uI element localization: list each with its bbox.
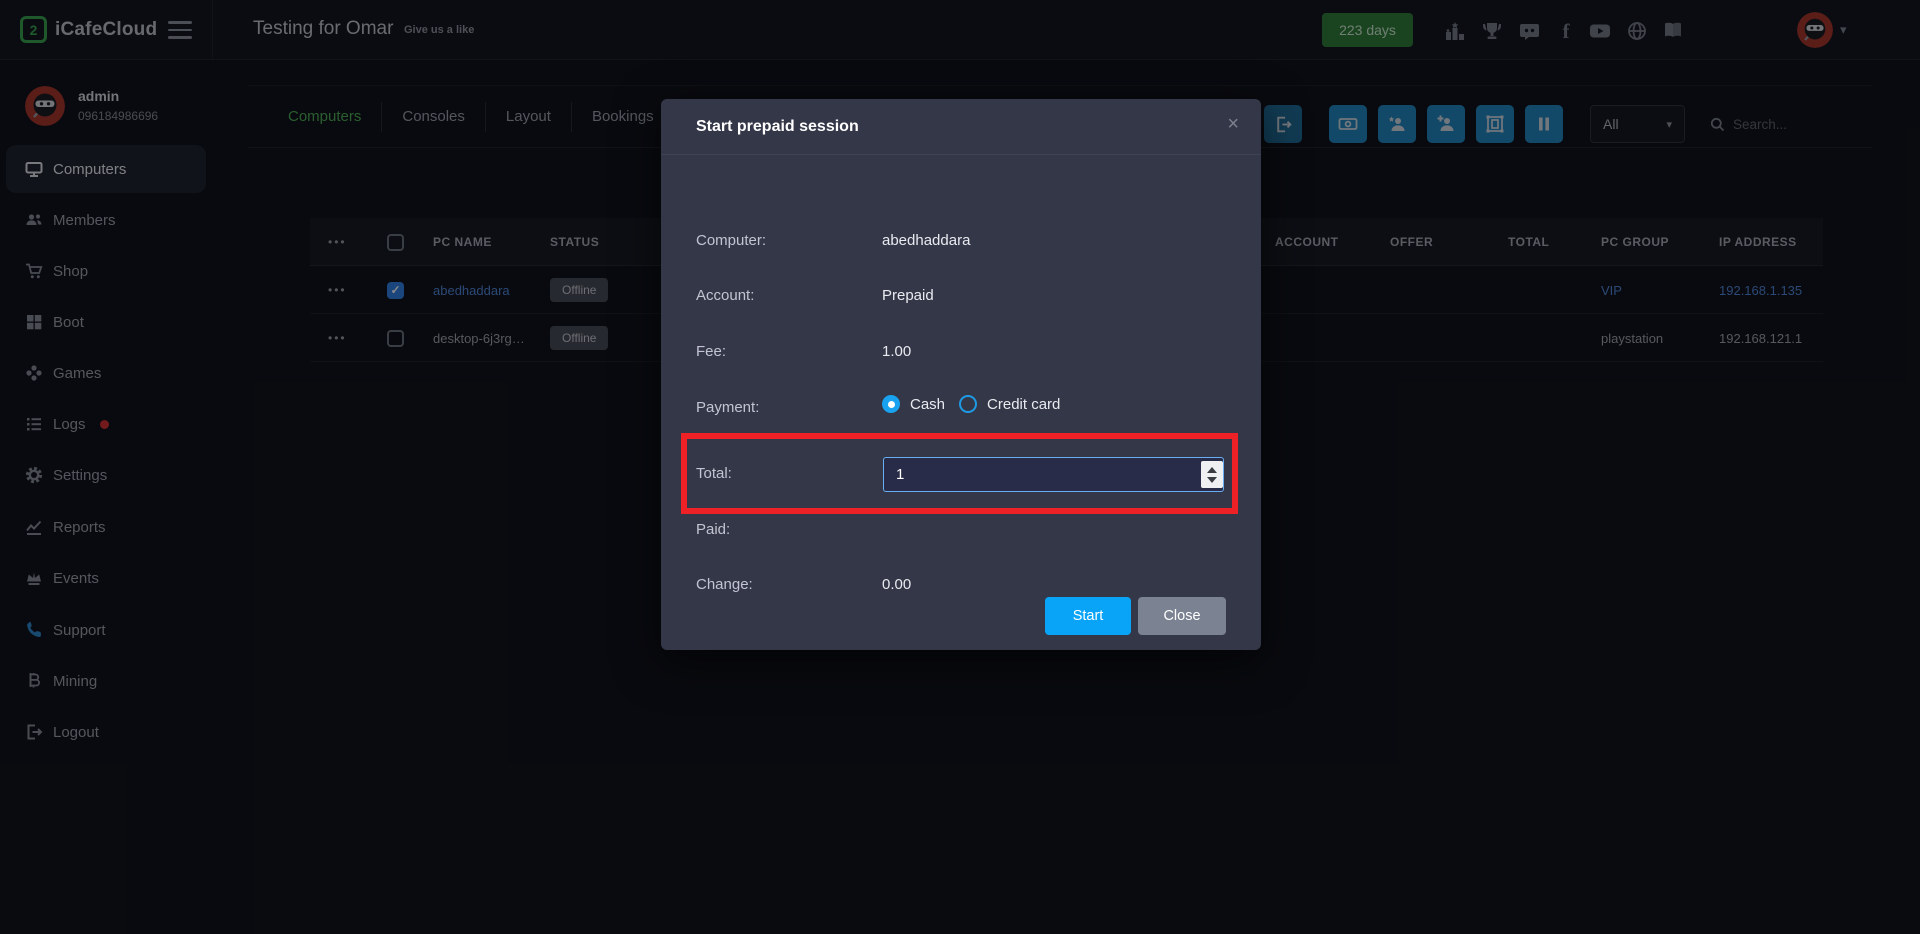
start-button[interactable]: Start	[1045, 597, 1131, 635]
close-icon[interactable]: ×	[1227, 113, 1239, 136]
account-value: Prepaid	[882, 287, 934, 304]
start-prepaid-session-dialog: Start prepaid session × Computer: abedha…	[661, 99, 1261, 650]
modal-title: Start prepaid session	[696, 99, 859, 155]
change-value: 0.00	[882, 576, 911, 593]
account-label: Account:	[696, 287, 754, 304]
radio-credit-card[interactable]	[959, 395, 977, 413]
radio-credit-card-label[interactable]: Credit card	[987, 396, 1060, 413]
red-highlight-annotation	[681, 433, 1238, 514]
paid-label: Paid:	[696, 521, 730, 538]
computer-value: abedhaddara	[882, 232, 970, 249]
radio-cash[interactable]	[882, 395, 900, 413]
modal-header: Start prepaid session ×	[661, 99, 1261, 155]
payment-options: Cash Credit card	[882, 395, 1060, 413]
payment-label: Payment:	[696, 399, 759, 416]
change-label: Change:	[696, 576, 753, 593]
computer-label: Computer:	[696, 232, 766, 249]
fee-label: Fee:	[696, 343, 726, 360]
radio-cash-label[interactable]: Cash	[910, 396, 945, 413]
fee-value: 1.00	[882, 343, 911, 360]
close-button[interactable]: Close	[1138, 597, 1226, 635]
